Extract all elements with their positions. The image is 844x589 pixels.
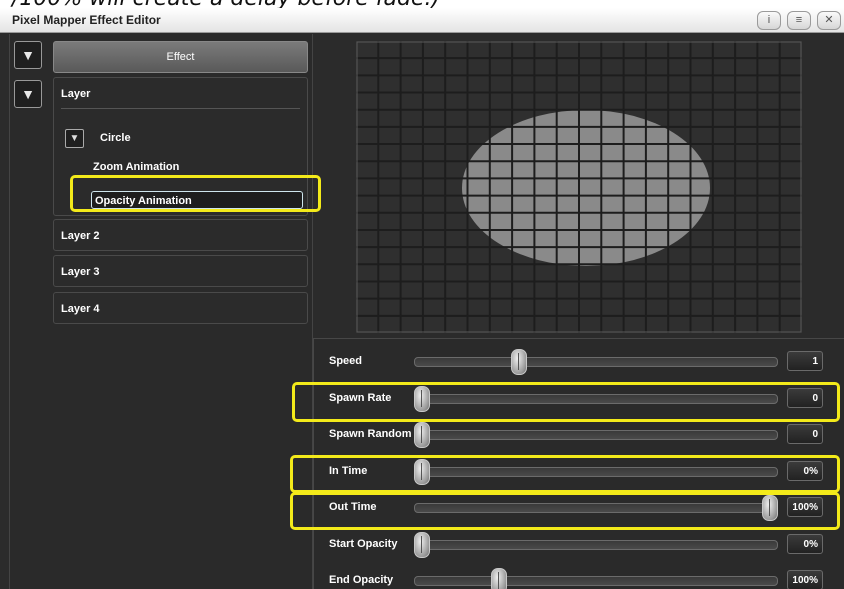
layer-3-item[interactable]: Layer 3	[53, 255, 308, 287]
pixel-mapper-effect-editor-window: Pixel Mapper Effect Editor i ≡ ✕ ▼ ▼ Eff…	[0, 8, 844, 589]
spawn-rate-value-field[interactable]: 0	[787, 387, 823, 408]
layer-4-label: Layer 4	[61, 303, 100, 315]
window-title: Pixel Mapper Effect Editor	[12, 13, 161, 27]
collapse-effect-triangle-icon[interactable]: ▼	[14, 41, 42, 69]
spawn-rate-slider-thumb[interactable]	[414, 385, 430, 412]
effect-button[interactable]: Effect	[53, 41, 308, 73]
speed-label: Speed	[329, 355, 363, 367]
layer-2-item[interactable]: Layer 2	[53, 219, 308, 251]
start-opacity-slider[interactable]	[414, 539, 778, 550]
spawn-random-slider-thumb[interactable]	[414, 422, 430, 448]
start-opacity-slider-thumb[interactable]	[414, 531, 430, 558]
collapse-layer-triangle-icon[interactable]: ▼	[14, 80, 42, 108]
speed-slider[interactable]	[414, 357, 778, 367]
spawn-random-slider[interactable]	[414, 430, 778, 440]
layer-1-label: Layer	[61, 88, 91, 100]
info-button[interactable]: i	[757, 11, 781, 30]
instruction-caption: /100% will create a delay before fade.)	[0, 0, 844, 8]
end-opacity-slider[interactable]	[414, 576, 778, 586]
zoom-animation-item[interactable]: Zoom Animation	[93, 161, 179, 173]
close-button[interactable]: ✕	[817, 11, 841, 30]
start-opacity-value-field[interactable]: 0%	[787, 533, 823, 554]
layer-4-item[interactable]: Layer 4	[53, 292, 308, 324]
speed-value-field[interactable]: 1	[787, 351, 823, 371]
menu-button[interactable]: ≡	[787, 11, 811, 30]
in-time-label: In Time	[329, 464, 368, 477]
spawn-random-label: Spawn Random	[329, 428, 412, 440]
in-time-slider-thumb[interactable]	[414, 458, 430, 485]
shape-circle-item[interactable]: Circle	[100, 132, 131, 144]
out-time-slider[interactable]	[414, 503, 778, 513]
pixel-grid-preview	[356, 41, 802, 333]
spawn-random-value-field[interactable]: 0	[787, 424, 823, 444]
spawn-rate-label: Spawn Rate	[329, 391, 392, 404]
end-opacity-slider-thumb[interactable]	[490, 568, 507, 589]
pixel-preview-panel	[313, 34, 844, 333]
collapse-circle-triangle-icon[interactable]: ▼	[65, 129, 84, 148]
out-time-value-field[interactable]: 100%	[787, 497, 823, 517]
title-bar: Pixel Mapper Effect Editor i ≡ ✕	[0, 8, 844, 33]
end-opacity-label: End Opacity	[329, 574, 394, 586]
animation-controls-panel: Speed 1 Spawn Rate 0 Spawn Random 0 In Time 0% O…	[313, 338, 844, 589]
layer-2-label: Layer 2	[61, 230, 100, 242]
layer-divider	[61, 108, 300, 109]
layer-3-label: Layer 3	[61, 266, 100, 278]
spawn-rate-slider[interactable]	[414, 393, 778, 404]
speed-slider-thumb[interactable]	[511, 349, 528, 375]
in-time-value-field[interactable]: 0%	[787, 460, 823, 481]
out-time-label: Out Time	[329, 501, 377, 513]
start-opacity-label: Start Opacity	[329, 537, 398, 550]
in-time-slider[interactable]	[414, 466, 778, 477]
end-opacity-value-field[interactable]: 100%	[787, 570, 823, 589]
circle-shape-preview	[462, 110, 710, 266]
effect-tree-panel: ▼ ▼ Effect Layer ▼ Circle Zoom Animation…	[9, 34, 313, 589]
pixel-grid-lines	[356, 41, 802, 333]
out-time-slider-thumb[interactable]	[762, 495, 778, 521]
opacity-animation-item[interactable]: Opacity Animation	[91, 191, 303, 209]
